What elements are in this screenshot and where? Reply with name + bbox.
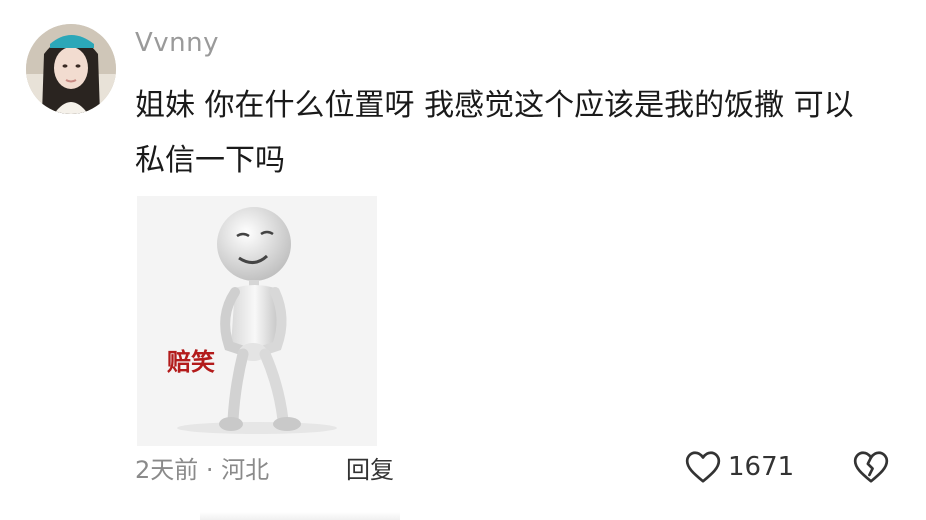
like-count: 1671 (728, 452, 795, 482)
heart-outline-icon (685, 451, 721, 483)
sticker-caption: 赔笑 (167, 348, 215, 376)
next-comment-peek (200, 512, 400, 520)
time-location: 2天前 · 河北 (135, 456, 270, 484)
smiling-figure-icon (177, 207, 337, 434)
comment-text: 姐妹 你在什么位置呀 我感觉这个应该是我的饭撒 可以私信一下吗 (135, 88, 854, 178)
avatar-image (26, 24, 116, 114)
broken-heart-icon (853, 451, 889, 483)
reply-button[interactable]: 回复 (346, 450, 394, 485)
sticker-image[interactable]: 赔笑 (137, 196, 377, 446)
like-button[interactable]: 1671 (684, 449, 794, 485)
avatar[interactable] (26, 24, 116, 114)
username[interactable]: Vvnny (135, 28, 219, 58)
dislike-button[interactable] (852, 449, 890, 489)
